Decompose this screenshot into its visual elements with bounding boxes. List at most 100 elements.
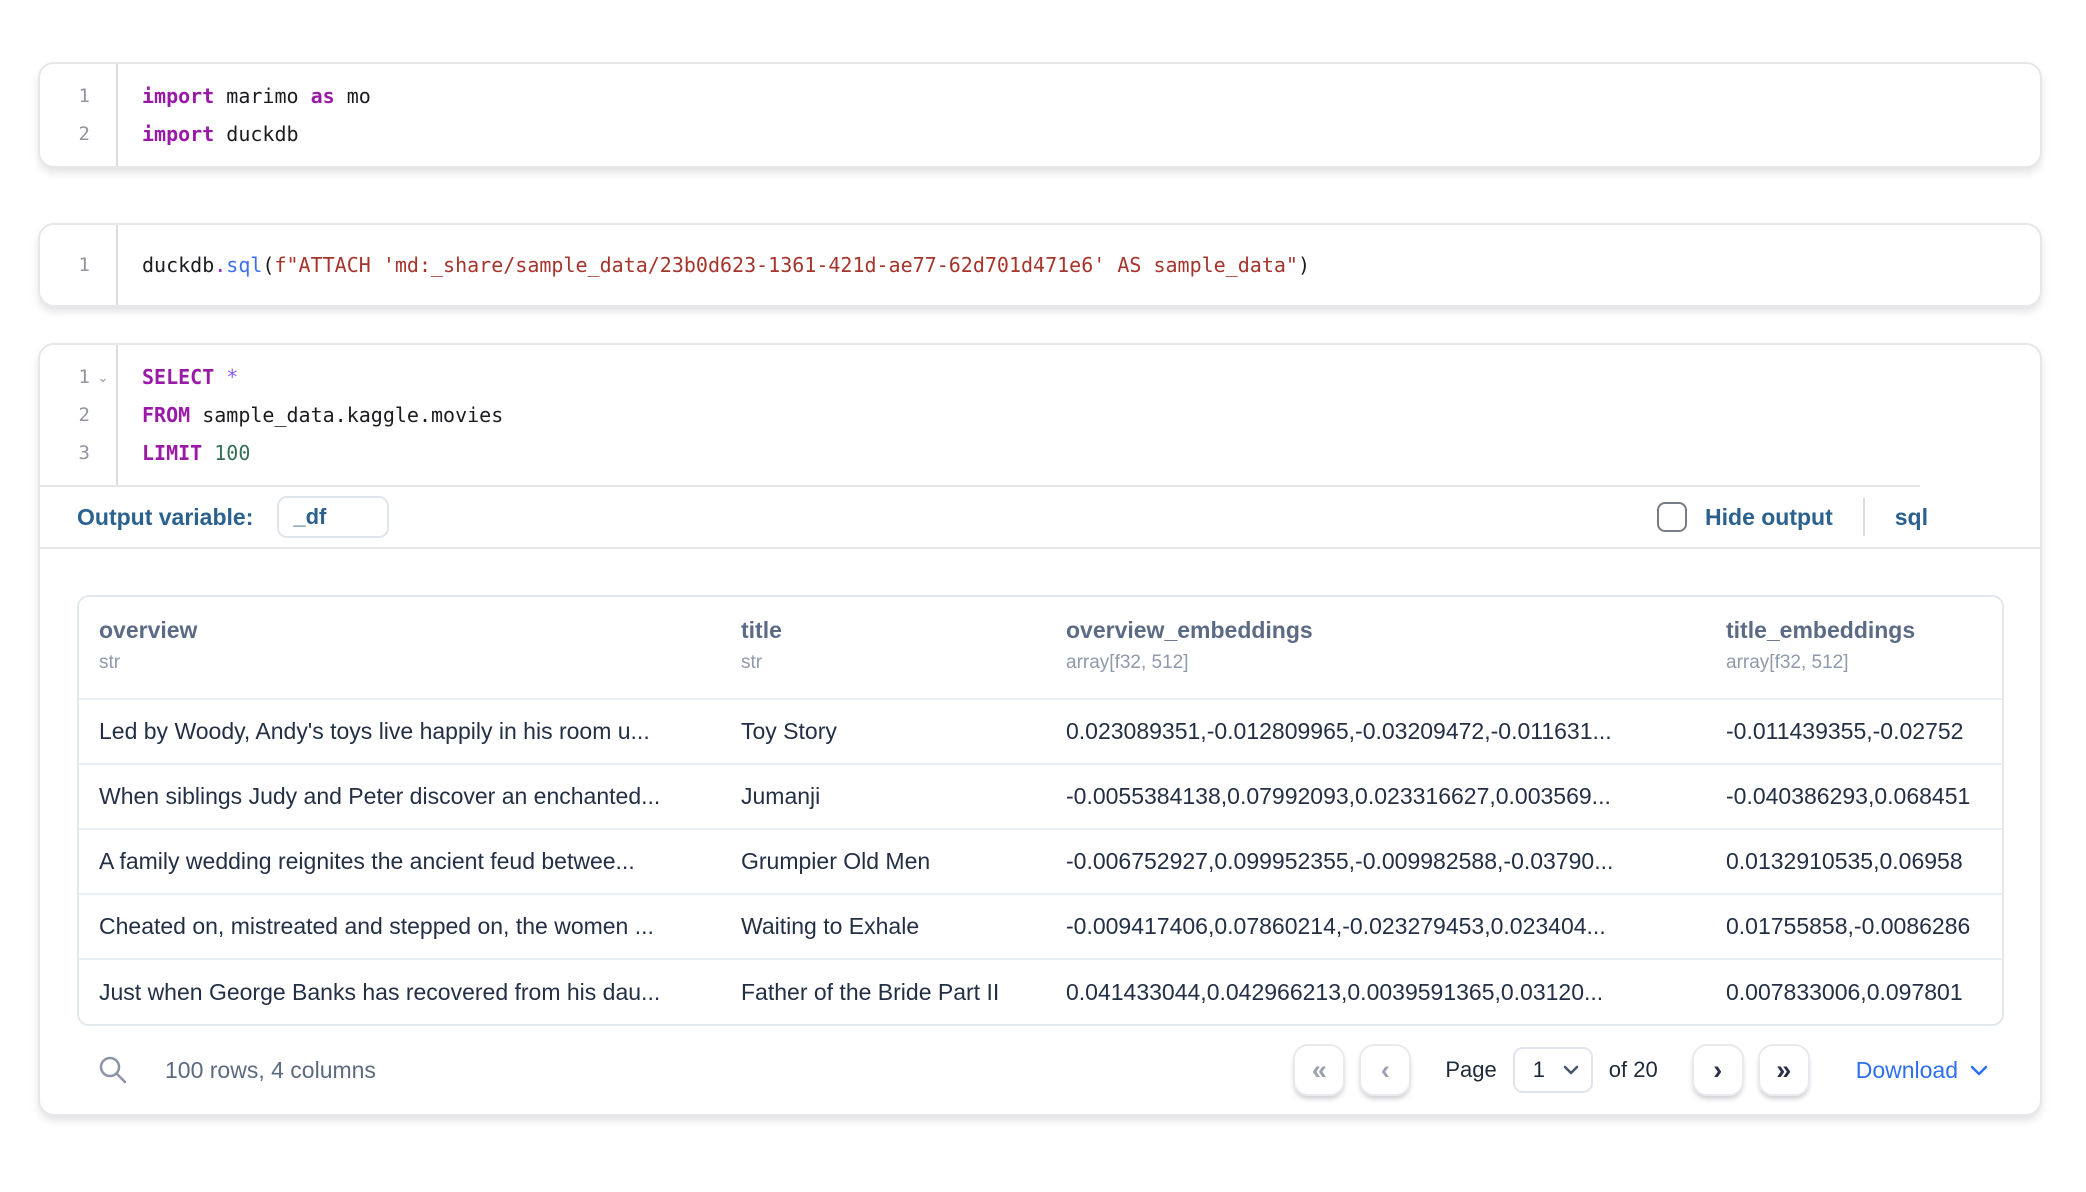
next-page-button[interactable]: ›	[1692, 1044, 1744, 1096]
code-token: .	[214, 253, 226, 277]
page-select-value: 1	[1533, 1057, 1545, 1083]
table-header-row: overview str title str overview_embeddingsar…	[79, 597, 2002, 699]
code-editor[interactable]: 1 duckdb.sql(f"ATTACH 'md:_share/sample_d…	[40, 225, 2040, 305]
table-cell: A family wedding reignites the ancient f…	[79, 829, 741, 894]
code-token: duckdb	[142, 253, 214, 277]
code-cell-attach: 1 duckdb.sql(f"ATTACH 'md:_share/sample_d…	[38, 223, 2042, 307]
line-number: 3	[79, 442, 90, 464]
table-cell: Just when George Banks has recovered fro…	[79, 959, 741, 1024]
download-label: Download	[1856, 1057, 1958, 1084]
page-select[interactable]: 1	[1513, 1047, 1593, 1093]
line-number: 1	[79, 366, 90, 388]
column-name: overview_embeddings	[1066, 617, 1712, 644]
last-page-button[interactable]: »	[1758, 1044, 1810, 1096]
column-dtype: str	[99, 652, 727, 674]
table-cell: -0.009417406,0.07860214,-0.023279453,0.0…	[1066, 894, 1726, 959]
output-variable-label: Output variable:	[77, 504, 253, 531]
table-row: Led by Woody, Andy's toys live happily i…	[79, 699, 2002, 764]
table-cell: -0.006752927,0.099952355,-0.009982588,-0…	[1066, 829, 1726, 894]
prev-page-button[interactable]: ‹	[1359, 1044, 1411, 1096]
table-row: A family wedding reignites the ancient f…	[79, 829, 2002, 894]
code-token: import	[142, 122, 214, 146]
line-gutter: 1	[40, 85, 116, 107]
sql-cell-footer-bar: Output variable: Hide output sql	[40, 487, 2040, 549]
code-token: )	[1298, 253, 1310, 277]
column-header[interactable]: title_embeddings array[f32, 512]	[1726, 597, 2002, 699]
sql-cell: 1⌄SELECT *2FROM sample_data.kaggle.movie…	[38, 343, 2042, 1116]
line-number: 2	[79, 123, 90, 145]
code-token: duckdb	[214, 122, 298, 146]
download-button[interactable]: Download	[1856, 1057, 1988, 1084]
code-line[interactable]: SELECT *	[116, 365, 238, 389]
table-cell: Waiting to Exhale	[741, 894, 1066, 959]
table-cell: 0.01755858,-0.0086286	[1726, 894, 2002, 959]
table-cell: 0.007833006,0.097801	[1726, 959, 2002, 1024]
code-line[interactable]: FROM sample_data.kaggle.movies	[116, 403, 503, 427]
table-cell: Led by Woody, Andy's toys live happily i…	[79, 699, 741, 764]
code-token: import	[142, 84, 214, 108]
table-cell: -0.0055384138,0.07992093,0.023316627,0.0…	[1066, 764, 1726, 829]
language-badge[interactable]: sql	[1895, 504, 1928, 531]
fold-chevron-icon[interactable]: ⌄	[90, 369, 116, 386]
output-variable-input[interactable]	[277, 496, 389, 538]
code-token: sample_data.kaggle.movies	[190, 403, 503, 427]
column-dtype: str	[741, 652, 1052, 674]
column-header[interactable]: overview_embeddings array[f32, 512]	[1066, 597, 1726, 699]
gutter-divider	[116, 345, 118, 485]
line-gutter: 2	[40, 123, 116, 145]
code-token: SELECT	[142, 365, 214, 389]
search-icon[interactable]	[97, 1054, 129, 1086]
page-label: Page	[1445, 1057, 1496, 1083]
code-line[interactable]: import duckdb	[116, 122, 299, 146]
code-token: f"ATTACH 'md:_share/sample_data/23b0d623…	[274, 253, 1298, 277]
table-cell: -0.040386293,0.068451	[1726, 764, 2002, 829]
column-name: title	[741, 617, 1052, 644]
table-cell: Toy Story	[741, 699, 1066, 764]
line-gutter: 3	[40, 442, 116, 464]
column-header[interactable]: overview str	[79, 597, 741, 699]
code-line[interactable]: duckdb.sql(f"ATTACH 'md:_share/sample_da…	[116, 253, 1310, 277]
hide-output-label[interactable]: Hide output	[1705, 504, 1833, 531]
table-footer: 100 rows, 4 columns « ‹ Page 1 of 20 › »…	[40, 1026, 2040, 1114]
table-cell: Grumpier Old Men	[741, 829, 1066, 894]
hide-output-checkbox[interactable]	[1657, 502, 1687, 532]
code-token: LIMIT	[142, 441, 202, 465]
code-token: *	[226, 365, 238, 389]
line-number: 1	[79, 254, 90, 276]
result-table: overview str title str overview_embeddingsar…	[77, 595, 2004, 1026]
line-gutter: 1	[40, 254, 116, 276]
code-editor[interactable]: 1 import marimo as mo 2 import duckdb	[40, 64, 2040, 166]
first-page-button[interactable]: «	[1293, 1044, 1345, 1096]
column-name: title_embeddings	[1726, 617, 1988, 644]
column-dtype: array[f32, 512]	[1726, 652, 1988, 674]
code-token: (	[262, 253, 274, 277]
column-dtype: array[f32, 512]	[1066, 652, 1712, 674]
column-header[interactable]: title str	[741, 597, 1066, 699]
code-token: mo	[335, 84, 371, 108]
code-token: FROM	[142, 403, 190, 427]
code-token: marimo	[214, 84, 310, 108]
code-token	[214, 365, 226, 389]
code-line[interactable]: import marimo as mo	[116, 84, 371, 108]
row-count-status: 100 rows, 4 columns	[165, 1057, 376, 1084]
code-line[interactable]: LIMIT 100	[116, 441, 250, 465]
table-cell: Jumanji	[741, 764, 1066, 829]
table-body: Led by Woody, Andy's toys live happily i…	[79, 699, 2002, 1024]
table-cell: 0.023089351,-0.012809965,-0.03209472,-0.…	[1066, 699, 1726, 764]
chevron-down-icon	[1563, 1065, 1579, 1075]
column-name: overview	[99, 617, 727, 644]
table-cell: Father of the Bride Part II	[741, 959, 1066, 1024]
code-token: 100	[214, 441, 250, 465]
gutter-divider	[116, 225, 118, 305]
page-count-label: of 20	[1609, 1057, 1658, 1083]
line-number: 1	[79, 85, 90, 107]
table-row: Just when George Banks has recovered fro…	[79, 959, 2002, 1024]
chevron-down-icon	[1970, 1065, 1988, 1076]
gutter-divider	[116, 64, 118, 166]
table-cell: When siblings Judy and Peter discover an…	[79, 764, 741, 829]
vertical-divider	[1863, 498, 1865, 536]
code-editor[interactable]: 1⌄SELECT *2FROM sample_data.kaggle.movie…	[40, 345, 2040, 485]
code-token: sql	[226, 253, 262, 277]
table-cell: 0.041433044,0.042966213,0.0039591365,0.0…	[1066, 959, 1726, 1024]
table-row: When siblings Judy and Peter discover an…	[79, 764, 2002, 829]
